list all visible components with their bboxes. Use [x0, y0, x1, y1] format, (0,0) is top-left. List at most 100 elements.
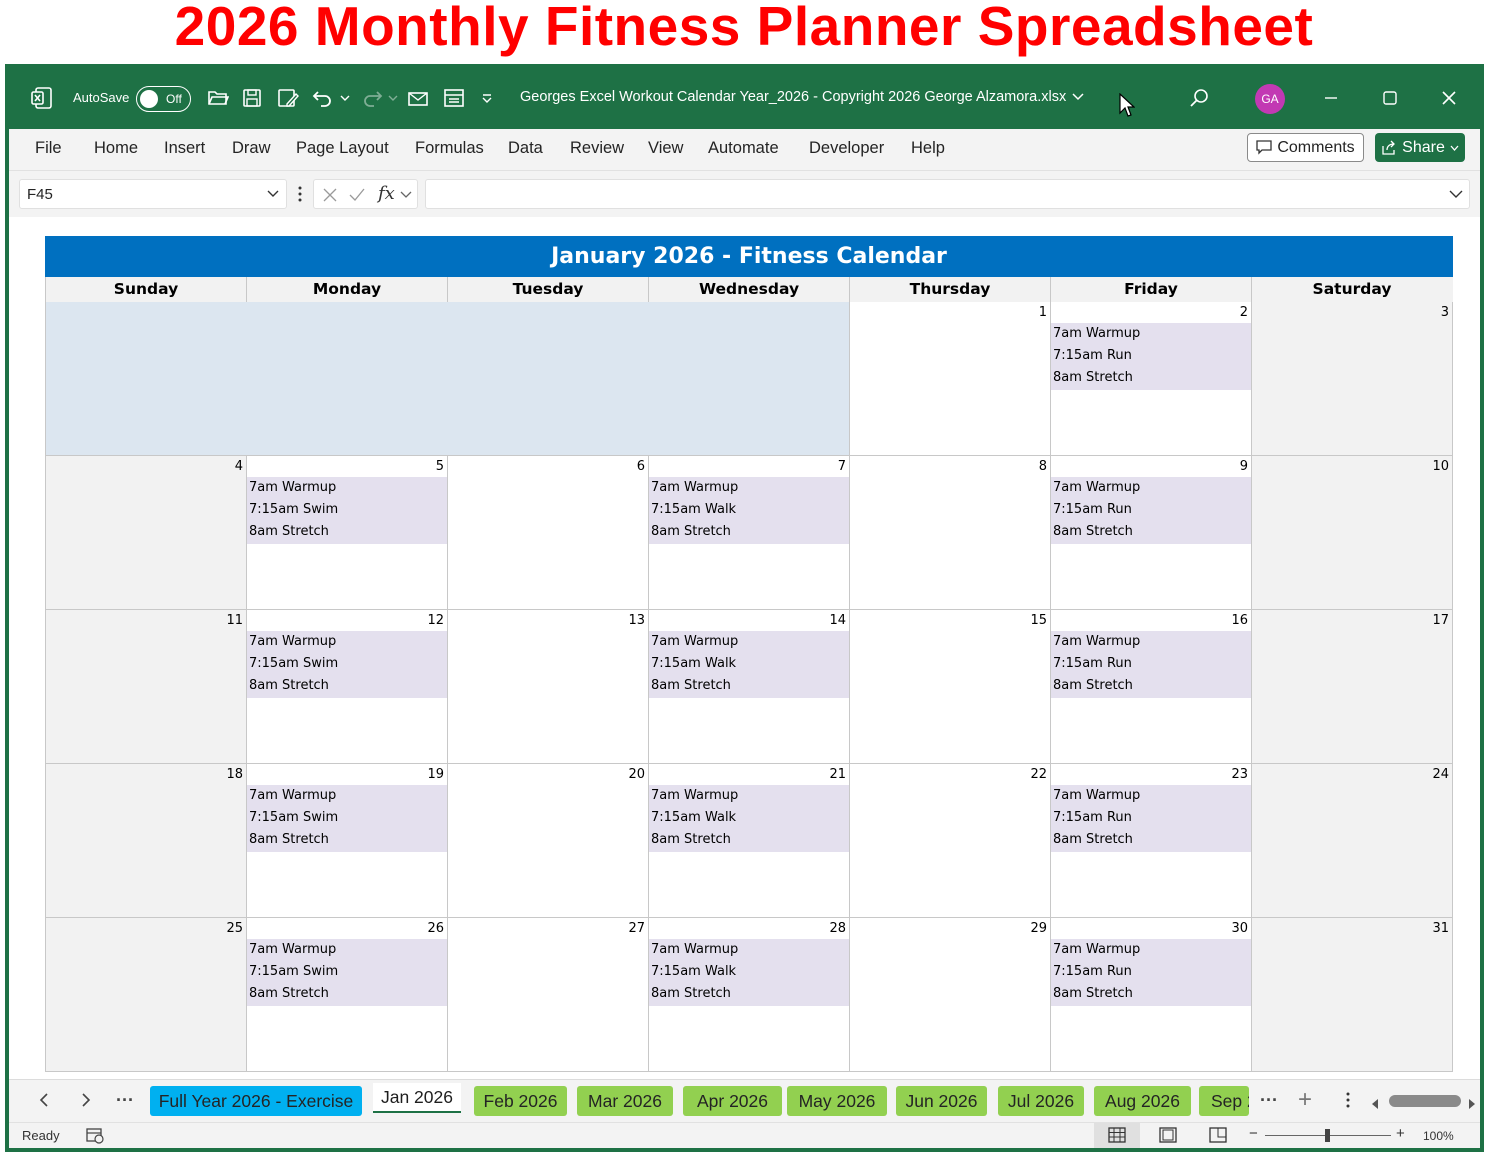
name-box[interactable]: F45	[19, 179, 287, 209]
horizontal-scrollbar[interactable]	[1389, 1095, 1461, 1107]
day-cell[interactable]: 24	[1251, 764, 1452, 918]
day-cell[interactable]: 13	[447, 610, 648, 764]
sheet-options-icon[interactable]	[1345, 1092, 1351, 1113]
form-icon[interactable]	[443, 88, 465, 108]
undo-icon[interactable]	[312, 88, 334, 108]
day-cell[interactable]: 14 7am Warmup 7:15am Walk 8am Stretch	[648, 610, 849, 764]
menu-insert[interactable]: Insert	[164, 139, 205, 158]
insert-function-icon[interactable]: fx	[378, 183, 395, 204]
empty-day-cell[interactable]	[648, 302, 849, 456]
next-sheet-icon[interactable]	[81, 1092, 91, 1113]
autosave-toggle[interactable]: Off	[136, 86, 191, 112]
search-icon[interactable]	[1189, 88, 1209, 108]
minimize-icon[interactable]	[1323, 90, 1339, 106]
close-icon[interactable]	[1441, 90, 1457, 106]
expand-formula-bar-icon[interactable]	[1449, 188, 1463, 200]
document-title[interactable]: Georges Excel Workout Calendar Year_2026…	[520, 89, 1084, 105]
day-cell[interactable]: 22	[849, 764, 1050, 918]
sheet-tab[interactable]: Jul 2026	[998, 1086, 1084, 1116]
open-folder-icon[interactable]	[207, 88, 229, 108]
sheet-tab[interactable]: Jan 2026	[373, 1083, 461, 1113]
page-layout-view-icon[interactable]	[1159, 1127, 1177, 1146]
day-cell[interactable]: 8	[849, 456, 1050, 610]
menu-help[interactable]: Help	[911, 139, 945, 158]
share-button[interactable]: Share	[1375, 133, 1465, 162]
day-cell[interactable]: 1	[849, 302, 1050, 456]
scroll-right-icon[interactable]	[1468, 1094, 1476, 1115]
redo-dropdown-icon[interactable]	[388, 94, 398, 102]
day-cell[interactable]: 18	[45, 764, 246, 918]
day-cell[interactable]: 20	[447, 764, 648, 918]
sheet-tab[interactable]: Feb 2026	[474, 1086, 567, 1116]
sheet-tab[interactable]: Sep 2	[1199, 1086, 1249, 1116]
customize-toolbar-icon[interactable]	[481, 94, 493, 104]
sheet-tab[interactable]: Mar 2026	[577, 1086, 673, 1116]
undo-dropdown-icon[interactable]	[340, 94, 350, 102]
menu-draw[interactable]: Draw	[232, 139, 271, 158]
menu-home[interactable]: Home	[94, 139, 138, 158]
sheet-tab[interactable]: Jun 2026	[896, 1086, 987, 1116]
menu-page-layout[interactable]: Page Layout	[296, 139, 389, 158]
menu-review[interactable]: Review	[570, 139, 624, 158]
redo-icon[interactable]	[361, 88, 383, 108]
normal-view-button[interactable]	[1094, 1123, 1140, 1148]
save-icon[interactable]	[242, 88, 262, 108]
day-cell[interactable]: 16 7am Warmup 7:15am Run 8am Stretch	[1050, 610, 1251, 764]
day-cell[interactable]: 5 7am Warmup 7:15am Swim 8am Stretch	[246, 456, 447, 610]
day-cell[interactable]: 9 7am Warmup 7:15am Run 8am Stretch	[1050, 456, 1251, 610]
zoom-out-icon[interactable]: −	[1249, 1125, 1258, 1142]
day-cell[interactable]: 11	[45, 610, 246, 764]
empty-day-cell[interactable]	[246, 302, 447, 456]
menu-data[interactable]: Data	[508, 139, 543, 158]
zoom-slider-thumb[interactable]	[1325, 1129, 1330, 1142]
day-cell[interactable]: 31	[1251, 918, 1452, 1072]
more-tabs-icon[interactable]: ···	[1260, 1090, 1278, 1111]
day-cell[interactable]: 21 7am Warmup 7:15am Walk 8am Stretch	[648, 764, 849, 918]
more-options-icon[interactable]	[297, 185, 303, 208]
scroll-left-icon[interactable]	[1371, 1094, 1379, 1115]
menu-formulas[interactable]: Formulas	[415, 139, 484, 158]
avatar[interactable]: GA	[1255, 84, 1285, 114]
day-cell[interactable]: 17	[1251, 610, 1452, 764]
day-cell[interactable]: 12 7am Warmup 7:15am Swim 8am Stretch	[246, 610, 447, 764]
day-cell[interactable]: 3	[1251, 302, 1452, 456]
day-cell[interactable]: 29	[849, 918, 1050, 1072]
empty-day-cell[interactable]	[45, 302, 246, 456]
menu-developer[interactable]: Developer	[809, 139, 884, 158]
zoom-in-icon[interactable]: +	[1396, 1125, 1405, 1142]
maximize-icon[interactable]	[1382, 90, 1398, 106]
menu-file[interactable]: File	[35, 139, 62, 158]
day-cell[interactable]: 6	[447, 456, 648, 610]
day-cell[interactable]: 25	[45, 918, 246, 1072]
prev-sheet-icon[interactable]	[39, 1092, 49, 1113]
comments-button[interactable]: Comments	[1247, 133, 1364, 162]
day-cell[interactable]: 23 7am Warmup 7:15am Run 8am Stretch	[1050, 764, 1251, 918]
sheet-tab[interactable]: May 2026	[787, 1086, 887, 1116]
day-cell[interactable]: 30 7am Warmup 7:15am Run 8am Stretch	[1050, 918, 1251, 1072]
day-cell[interactable]: 26 7am Warmup 7:15am Swim 8am Stretch	[246, 918, 447, 1072]
fx-dropdown-icon[interactable]	[400, 191, 412, 199]
cancel-entry-icon[interactable]	[322, 187, 338, 203]
day-cell[interactable]: 7 7am Warmup 7:15am Walk 8am Stretch	[648, 456, 849, 610]
zoom-level[interactable]: 100%	[1423, 1129, 1454, 1143]
day-cell[interactable]: 15	[849, 610, 1050, 764]
day-cell[interactable]: 27	[447, 918, 648, 1072]
sheet-tab[interactable]: Aug 2026	[1094, 1086, 1191, 1116]
day-cell[interactable]: 4	[45, 456, 246, 610]
worksheet[interactable]: January 2026 - Fitness Calendar Sunday Mo…	[9, 217, 1480, 1079]
sheet-tab[interactable]: Apr 2026	[683, 1086, 782, 1116]
sheet-tab[interactable]: Full Year 2026 - Exercise	[150, 1086, 362, 1116]
empty-day-cell[interactable]	[447, 302, 648, 456]
day-cell[interactable]: 2 7am Warmup 7:15am Run 8am Stretch	[1050, 302, 1251, 456]
add-sheet-icon[interactable]: +	[1298, 1086, 1312, 1114]
accessibility-icon[interactable]	[85, 1127, 105, 1148]
day-cell[interactable]: 28 7am Warmup 7:15am Walk 8am Stretch	[648, 918, 849, 1072]
confirm-entry-icon[interactable]	[348, 187, 366, 203]
day-cell[interactable]: 19 7am Warmup 7:15am Swim 8am Stretch	[246, 764, 447, 918]
menu-automate[interactable]: Automate	[708, 139, 779, 158]
menu-view[interactable]: View	[648, 139, 683, 158]
day-cell[interactable]: 10	[1251, 456, 1452, 610]
page-break-view-icon[interactable]	[1209, 1127, 1227, 1146]
formula-input[interactable]	[425, 179, 1470, 209]
more-sheets-icon[interactable]: ···	[116, 1090, 134, 1111]
